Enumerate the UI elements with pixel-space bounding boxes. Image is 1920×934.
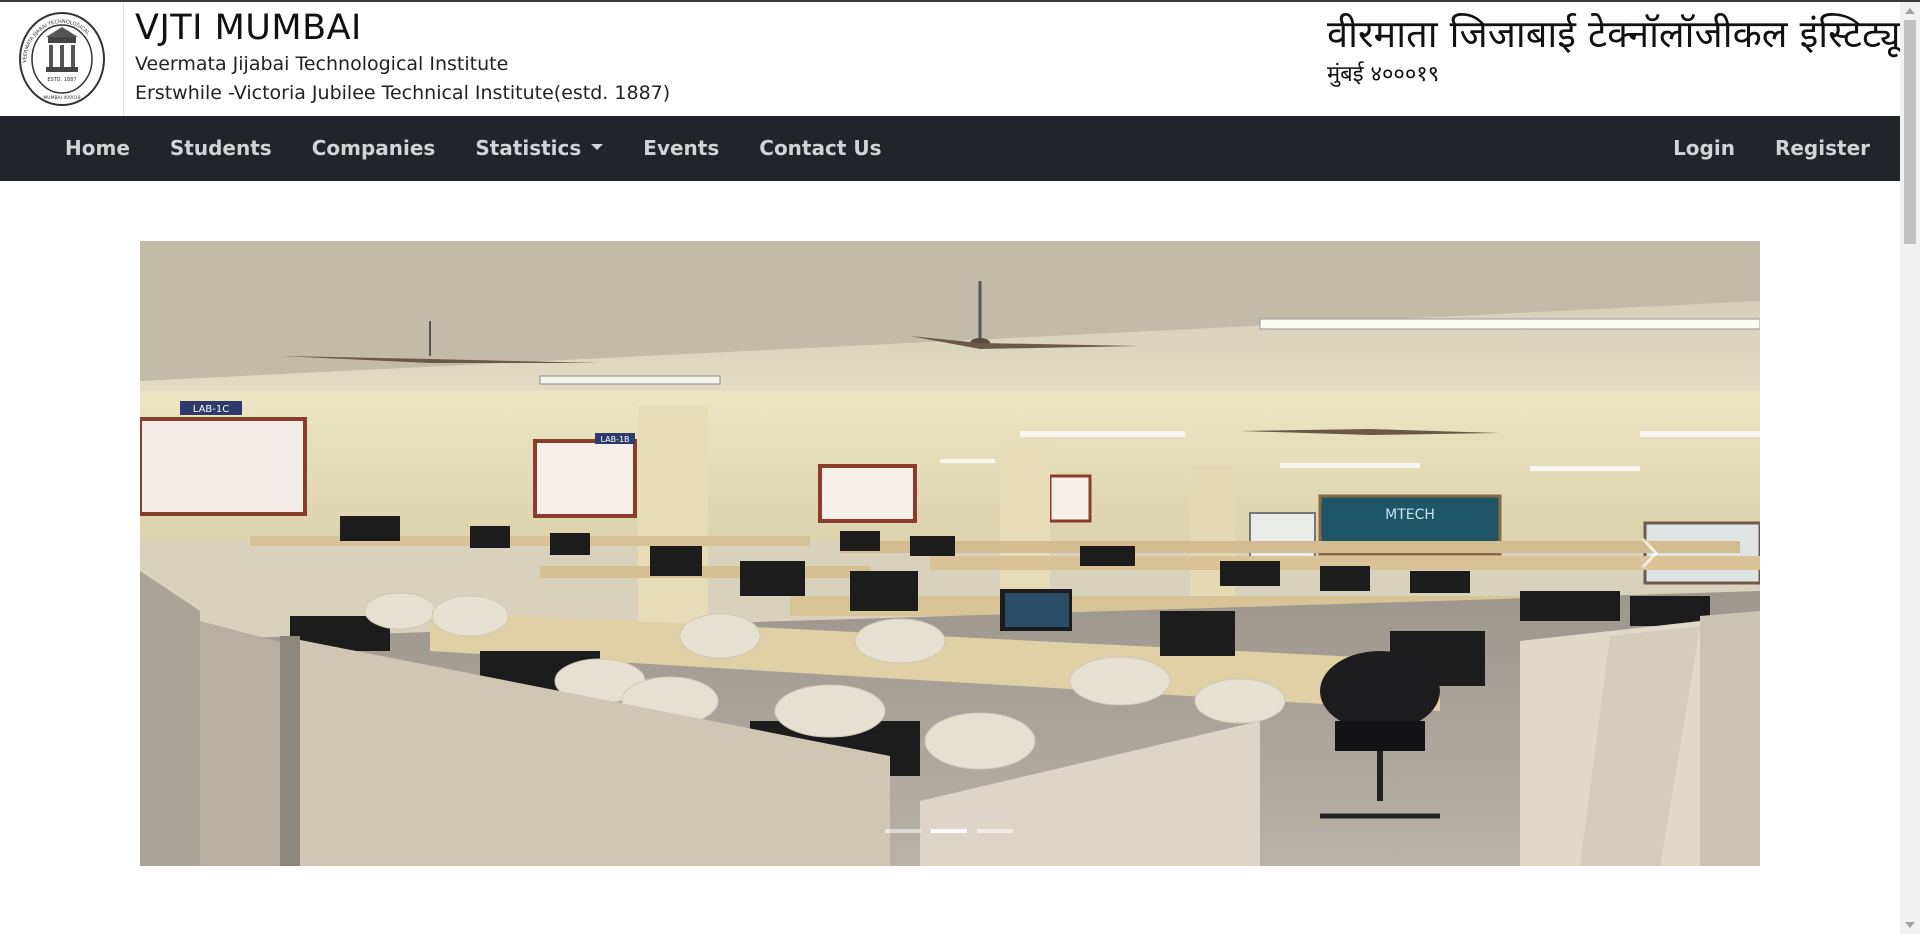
main-navbar: Home Students Companies Statistics Event… — [0, 116, 1900, 181]
carousel-indicator[interactable] — [885, 829, 921, 833]
page: VEERMATA JIJABAI TECHNOLOGICAL ESTD. 188… — [0, 0, 1900, 934]
scroll-down-arrow-icon[interactable] — [1905, 922, 1915, 928]
lab-sign-2: LAB-1B — [600, 435, 629, 444]
nav-home[interactable]: Home — [45, 116, 150, 181]
carousel-indicator[interactable] — [977, 829, 1013, 833]
scroll-up-arrow-icon[interactable] — [1905, 8, 1915, 14]
nav-left-group: Home Students Companies Statistics Event… — [45, 116, 902, 181]
title-block: VJTI MUMBAI Veermata Jijabai Technologic… — [135, 6, 670, 108]
vjti-logo: VEERMATA JIJABAI TECHNOLOGICAL ESTD. 188… — [19, 12, 105, 106]
logo-estd-text: ESTD. 1887 — [47, 77, 76, 83]
nav-statistics-label: Statistics — [475, 136, 582, 160]
image-carousel[interactable]: LAB-1C LAB-1B MTECH — [140, 241, 1760, 866]
site-subtitle-institute: Veermata Jijabai Technological Institute — [135, 53, 509, 75]
board-text: MTECH — [1385, 507, 1435, 523]
nav-events[interactable]: Events — [623, 116, 739, 181]
carousel-indicator-active[interactable] — [931, 829, 967, 833]
carousel-next-control[interactable] — [1640, 536, 1660, 570]
caret-down-icon — [591, 143, 604, 150]
marathi-subtitle: मुंबई ४०००१९ — [1327, 62, 1440, 87]
nav-contact-us[interactable]: Contact Us — [739, 116, 901, 181]
chevron-right-icon — [1641, 537, 1659, 569]
carousel-indicators — [885, 829, 1013, 833]
nav-right-group: Login Register — [1653, 116, 1890, 181]
site-title: VJTI MUMBAI — [135, 8, 362, 48]
site-subtitle-erstwhile: Erstwhile -Victoria Jubilee Technical In… — [135, 82, 671, 104]
nav-register[interactable]: Register — [1755, 116, 1890, 181]
scrollbar-thumb[interactable] — [1904, 20, 1916, 244]
nav-statistics-dropdown[interactable]: Statistics — [455, 116, 623, 181]
logo-city-text: MUMBAI 400019 — [43, 95, 80, 101]
marathi-title-block: वीरमाता जिजाबाई टेक्नॉलॉजीकल इंस्टिट्यूट… — [1327, 8, 1900, 90]
nav-students[interactable]: Students — [150, 116, 292, 181]
page-scrollbar[interactable] — [1900, 2, 1920, 934]
marathi-title: वीरमाता जिजाबाई टेक्नॉलॉजीकल इंस्टिट्यूट — [1327, 12, 1900, 56]
nav-companies[interactable]: Companies — [292, 116, 456, 181]
carousel-slide-image: LAB-1C LAB-1B MTECH — [140, 241, 1760, 866]
logo-container[interactable]: VEERMATA JIJABAI TECHNOLOGICAL ESTD. 188… — [0, 2, 124, 116]
lab-sign-1: LAB-1C — [193, 404, 229, 415]
site-header: VEERMATA JIJABAI TECHNOLOGICAL ESTD. 188… — [0, 2, 1900, 116]
nav-login[interactable]: Login — [1653, 116, 1755, 181]
